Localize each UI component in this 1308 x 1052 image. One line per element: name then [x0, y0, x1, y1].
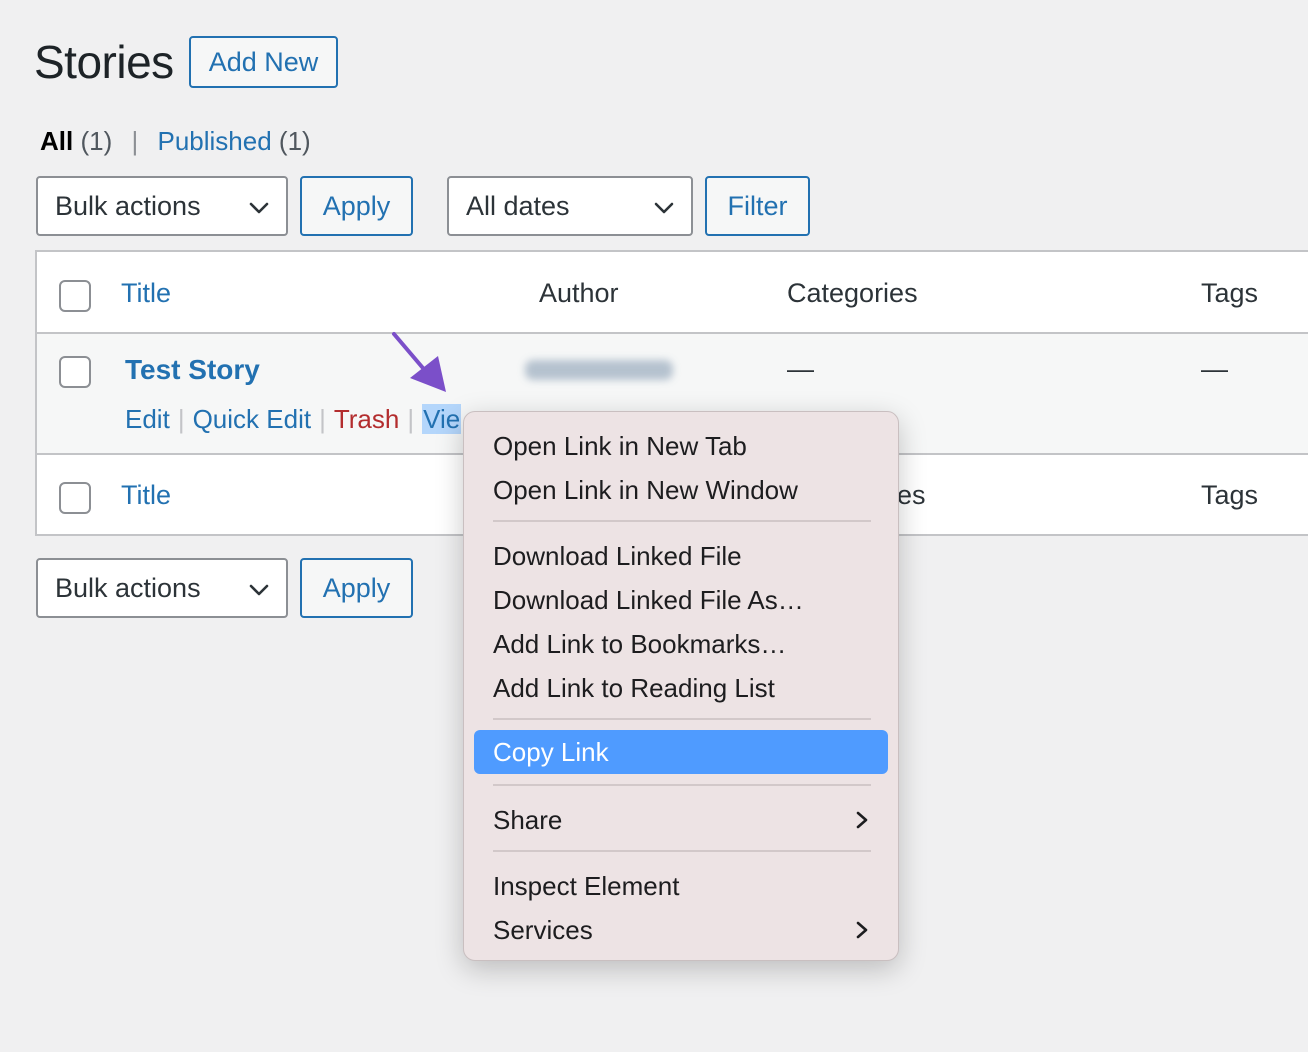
- menu-item-download-linked-file-as[interactable]: Download Linked File As…: [493, 583, 804, 617]
- select-all-checkbox-footer[interactable]: [59, 482, 91, 514]
- menu-item-copy-link[interactable]: Copy Link: [474, 730, 888, 774]
- column-tags-footer: Tags: [1201, 480, 1259, 510]
- apply-button-top[interactable]: Apply: [300, 176, 413, 236]
- dates-label: All dates: [466, 190, 570, 221]
- dates-select[interactable]: All dates: [447, 176, 693, 236]
- menu-separator: [493, 784, 871, 786]
- select-all-checkbox[interactable]: [59, 280, 91, 312]
- row-categories: —: [787, 354, 814, 384]
- menu-item-share[interactable]: Share: [493, 803, 562, 837]
- page-title: Stories: [34, 36, 174, 88]
- menu-item-open-new-window[interactable]: Open Link in New Window: [493, 473, 798, 507]
- bulk-actions-select-bottom[interactable]: Bulk actions: [36, 558, 288, 618]
- menu-separator: [493, 718, 871, 720]
- story-title-link[interactable]: Test Story: [125, 354, 260, 386]
- chevron-down-icon: [654, 202, 674, 214]
- context-menu: Open Link in New Tab Open Link in New Wi…: [463, 411, 899, 961]
- column-categories-footer: es: [897, 480, 926, 510]
- column-author: Author: [539, 278, 619, 308]
- view-all-label[interactable]: All: [40, 126, 73, 156]
- column-title-footer[interactable]: Title: [121, 480, 171, 511]
- edit-link[interactable]: Edit: [125, 404, 170, 434]
- bulk-actions-label: Bulk actions: [55, 190, 201, 221]
- column-title[interactable]: Title: [121, 278, 171, 309]
- add-new-button[interactable]: Add New: [189, 36, 338, 88]
- row-checkbox[interactable]: [59, 356, 91, 388]
- bulk-actions-select-top[interactable]: Bulk actions: [36, 176, 288, 236]
- action-separator: |: [407, 404, 415, 434]
- menu-item-services[interactable]: Services: [493, 913, 593, 947]
- action-separator: |: [177, 404, 185, 434]
- row-actions: Edit | Quick Edit | Trash | Vie: [125, 402, 462, 436]
- column-tags: Tags: [1201, 278, 1259, 308]
- row-tags: —: [1201, 354, 1228, 384]
- action-separator: |: [319, 404, 326, 434]
- menu-item-add-to-bookmarks[interactable]: Add Link to Bookmarks…: [493, 627, 786, 661]
- chevron-down-icon: [249, 584, 269, 596]
- menu-item-inspect-element[interactable]: Inspect Element: [493, 869, 679, 903]
- view-all-count: (1): [80, 126, 113, 156]
- author-name-blurred: [525, 360, 673, 380]
- menu-item-download-linked-file[interactable]: Download Linked File: [493, 539, 742, 573]
- filter-button[interactable]: Filter: [705, 176, 810, 236]
- copy-link-label: Copy Link: [493, 737, 609, 767]
- menu-separator: [493, 850, 871, 852]
- menu-item-add-to-reading-list[interactable]: Add Link to Reading List: [493, 671, 775, 705]
- chevron-down-icon: [249, 202, 269, 214]
- quick-edit-link[interactable]: Quick Edit: [193, 404, 312, 434]
- chevron-right-icon: [856, 811, 868, 829]
- view-separator: |: [131, 126, 139, 156]
- chevron-right-icon: [856, 921, 868, 939]
- column-categories: Categories: [787, 278, 918, 308]
- apply-button-bottom[interactable]: Apply: [300, 558, 413, 618]
- menu-item-open-new-tab[interactable]: Open Link in New Tab: [493, 429, 747, 463]
- bulk-actions-label: Bulk actions: [55, 572, 201, 603]
- status-filter-links: All (1) | Published (1): [40, 124, 311, 158]
- view-published-link[interactable]: Published: [157, 126, 271, 156]
- annotation-arrow-icon: [392, 332, 446, 392]
- menu-separator: [493, 520, 871, 522]
- view-link[interactable]: Vie: [422, 404, 462, 434]
- header-divider: [37, 332, 1308, 334]
- view-published-count: (1): [278, 126, 311, 156]
- trash-link[interactable]: Trash: [334, 404, 400, 434]
